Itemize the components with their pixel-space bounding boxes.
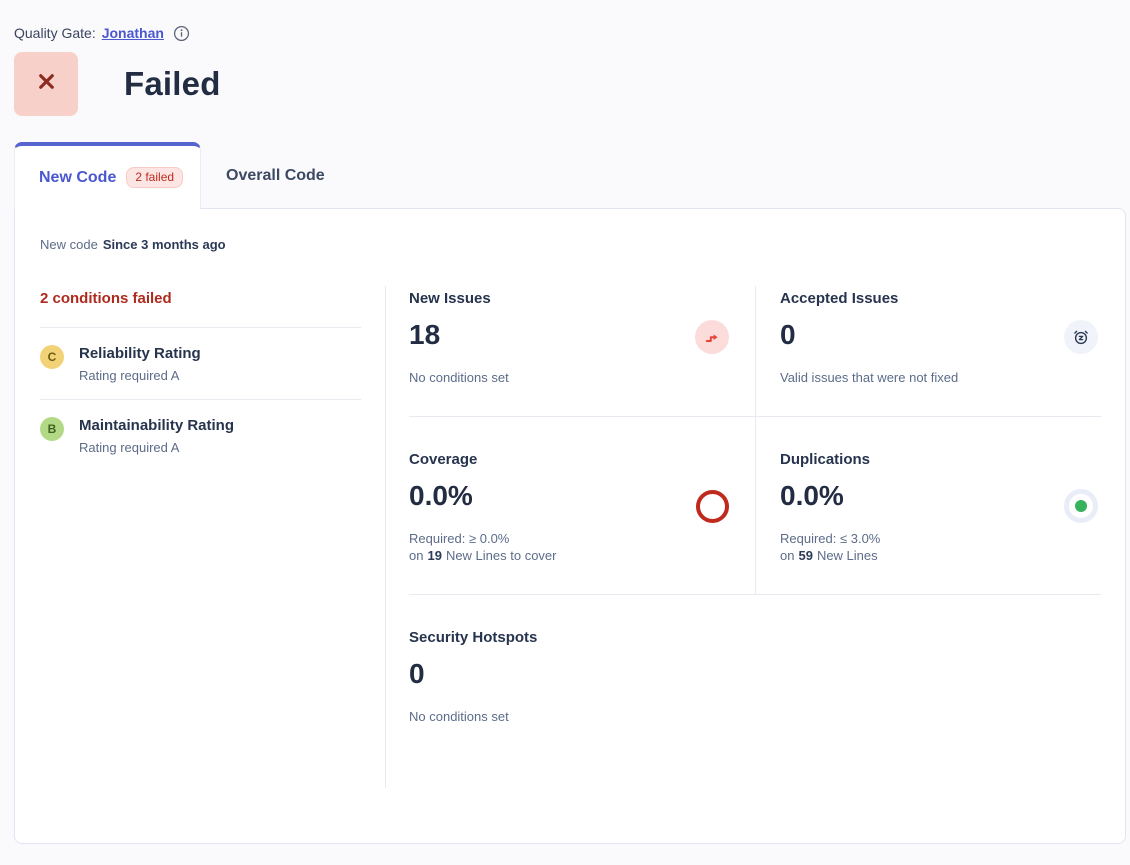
new-issues-title: New Issues [409, 290, 755, 307]
duplications-required: Required: ≤ 3.0% [780, 530, 1101, 547]
security-hotspots-title: Security Hotspots [409, 629, 755, 646]
duplications-value[interactable]: 0.0% [780, 480, 1101, 512]
quality-gate-name-link[interactable]: Jonathan [102, 25, 164, 41]
duplications-on-prefix: on [780, 547, 794, 564]
coverage-card: Coverage 0.0% Required: ≥ 0.0% on 19 New… [409, 417, 755, 594]
coverage-required-text: Required: ≥ 0.0% [409, 530, 509, 547]
new-issues-card: New Issues 18 No conditions set [409, 286, 755, 416]
code-tabs: New Code 2 failed Overall Code [14, 142, 1130, 209]
coverage-ring-icon [695, 489, 729, 523]
tab-overall-code-label: Overall Code [226, 167, 325, 185]
new-issues-note: No conditions set [409, 369, 755, 386]
info-icon[interactable] [173, 25, 190, 42]
security-hotspots-card: Security Hotspots 0 No conditions set [409, 595, 755, 755]
security-hotspots-note: No conditions set [409, 708, 755, 725]
duplications-title: Duplications [780, 451, 1101, 468]
quality-gate-panel: New code Since 3 months ago 2 conditions… [14, 208, 1126, 844]
tab-new-code-label: New Code [39, 169, 116, 187]
quality-gate-header: Quality Gate: Jonathan [0, 0, 1130, 42]
quality-gate-label: Quality Gate: [14, 25, 96, 41]
rating-badge-c: C [40, 345, 64, 369]
measures-row-issues: New Issues 18 No conditions set Accepted… [409, 286, 1101, 417]
failed-x-icon [36, 71, 57, 97]
security-hotspots-value[interactable]: 0 [409, 658, 755, 690]
period-value: Since 3 months ago [103, 237, 226, 252]
measures-row-coverage-duplications: Coverage 0.0% Required: ≥ 0.0% on 19 New… [409, 417, 1101, 595]
duplications-card: Duplications 0.0% Required: ≤ 3.0% on 59… [755, 417, 1101, 594]
tab-overall-code[interactable]: Overall Code [201, 142, 357, 209]
snooze-clock-icon [1064, 320, 1098, 354]
measures-grid: New Issues 18 No conditions set Accepted… [386, 286, 1125, 788]
failed-status-box [14, 52, 78, 116]
coverage-title: Coverage [409, 451, 755, 468]
condition-maintainability-rating[interactable]: B Maintainability Rating Rating required… [40, 399, 361, 471]
rating-badge-b: B [40, 417, 64, 441]
condition-requirement: Rating required A [79, 440, 234, 455]
status-row: Failed [14, 52, 1130, 116]
coverage-on-prefix: on [409, 547, 423, 564]
quality-gate-line: Quality Gate: Jonathan [14, 24, 1130, 42]
condition-title: Maintainability Rating [79, 417, 234, 435]
accepted-issues-card: Accepted Issues 0 Valid issues that were… [755, 286, 1101, 416]
trend-up-icon [695, 320, 729, 354]
accepted-issues-title: Accepted Issues [780, 290, 1101, 307]
tab-new-code[interactable]: New Code 2 failed [14, 142, 201, 209]
duplications-on-suffix: New Lines [817, 547, 878, 564]
accepted-issues-note: Valid issues that were not fixed [780, 369, 1101, 386]
duplication-density-icon [1064, 489, 1098, 523]
condition-reliability-rating[interactable]: C Reliability Rating Rating required A [40, 327, 361, 399]
failed-conditions-column: 2 conditions failed C Reliability Rating… [40, 286, 386, 788]
accepted-issues-value[interactable]: 0 [780, 319, 1101, 351]
period-label: New code [40, 237, 98, 252]
duplications-required-text: Required: ≤ 3.0% [780, 530, 880, 547]
condition-requirement: Rating required A [79, 368, 201, 383]
duplications-lines-count: 59 [798, 547, 812, 564]
coverage-scope: on 19 New Lines to cover [409, 547, 755, 564]
failed-count-badge: 2 failed [126, 167, 183, 188]
quality-gate-status: Failed [124, 65, 221, 103]
measures-row-security: Security Hotspots 0 No conditions set [409, 595, 1101, 755]
conditions-failed-heading: 2 conditions failed [40, 290, 361, 307]
empty-cell [755, 595, 1101, 755]
new-code-period: New code Since 3 months ago [40, 237, 1125, 252]
coverage-on-suffix: New Lines to cover [446, 547, 557, 564]
duplications-scope: on 59 New Lines [780, 547, 1101, 564]
coverage-lines-count: 19 [427, 547, 441, 564]
coverage-required: Required: ≥ 0.0% [409, 530, 755, 547]
condition-title: Reliability Rating [79, 345, 201, 363]
